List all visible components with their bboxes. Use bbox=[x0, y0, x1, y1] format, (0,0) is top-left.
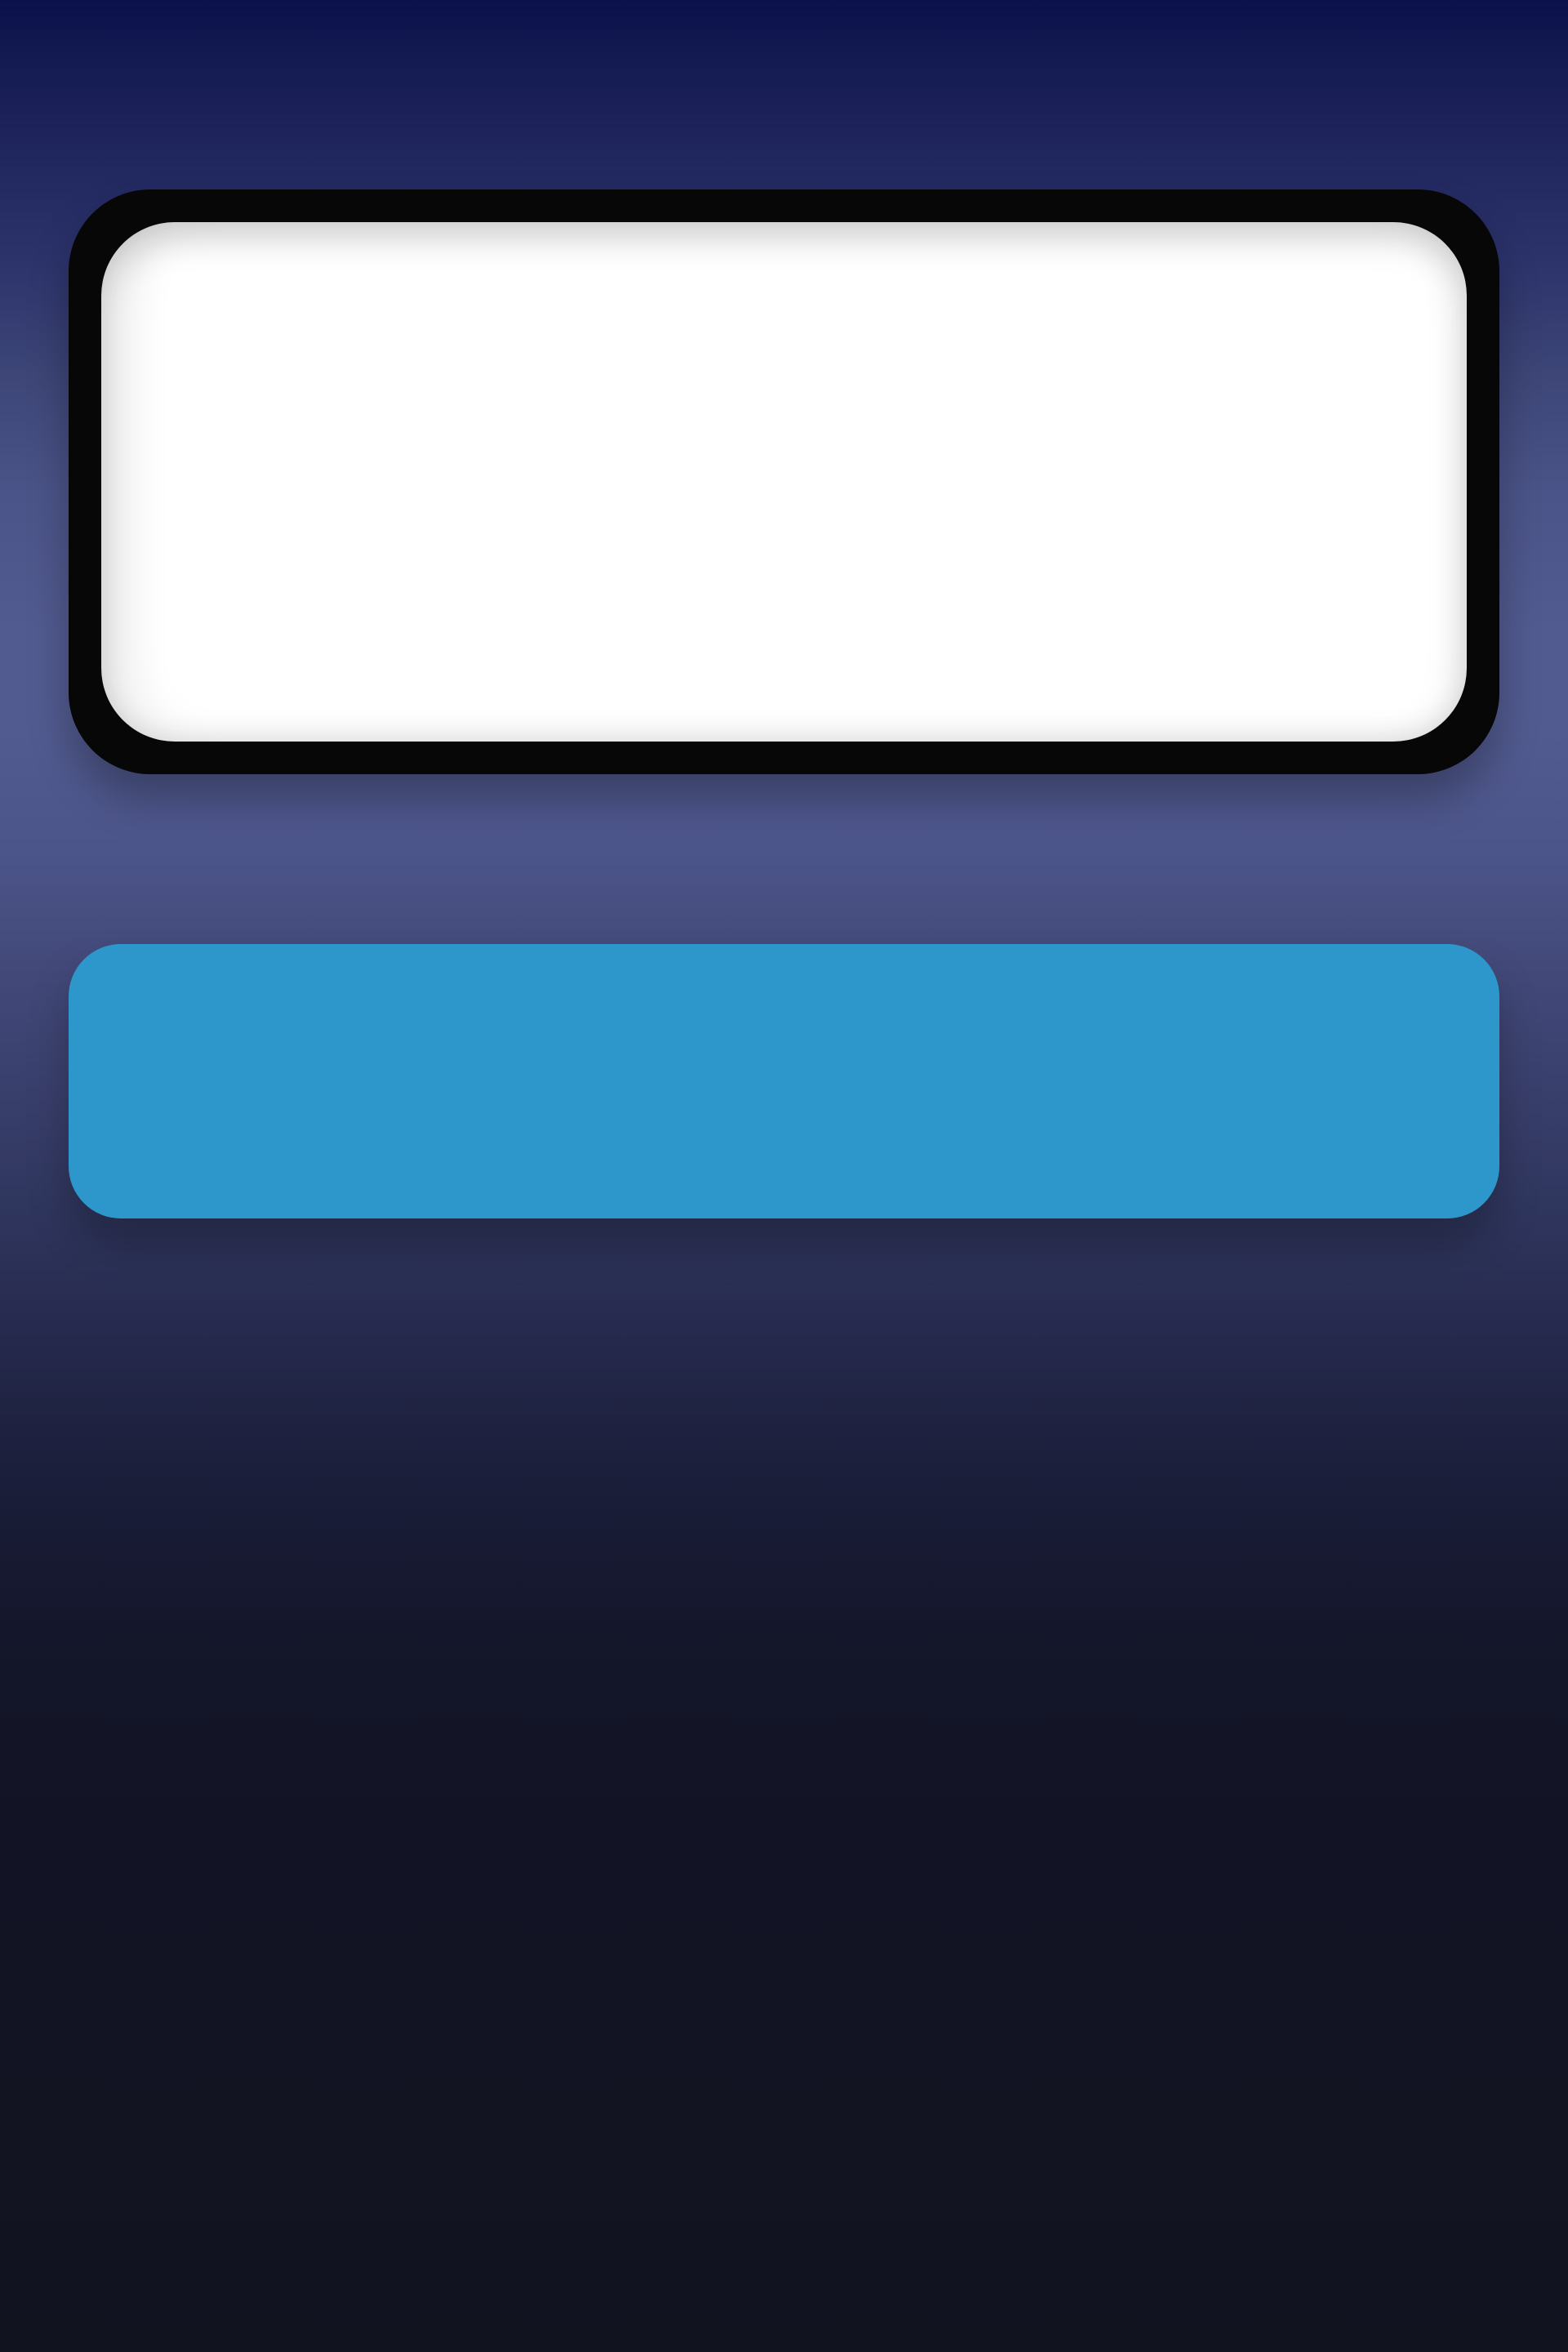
display-screen bbox=[101, 222, 1467, 742]
action-button[interactable] bbox=[69, 944, 1499, 1218]
display-frame bbox=[69, 189, 1499, 774]
